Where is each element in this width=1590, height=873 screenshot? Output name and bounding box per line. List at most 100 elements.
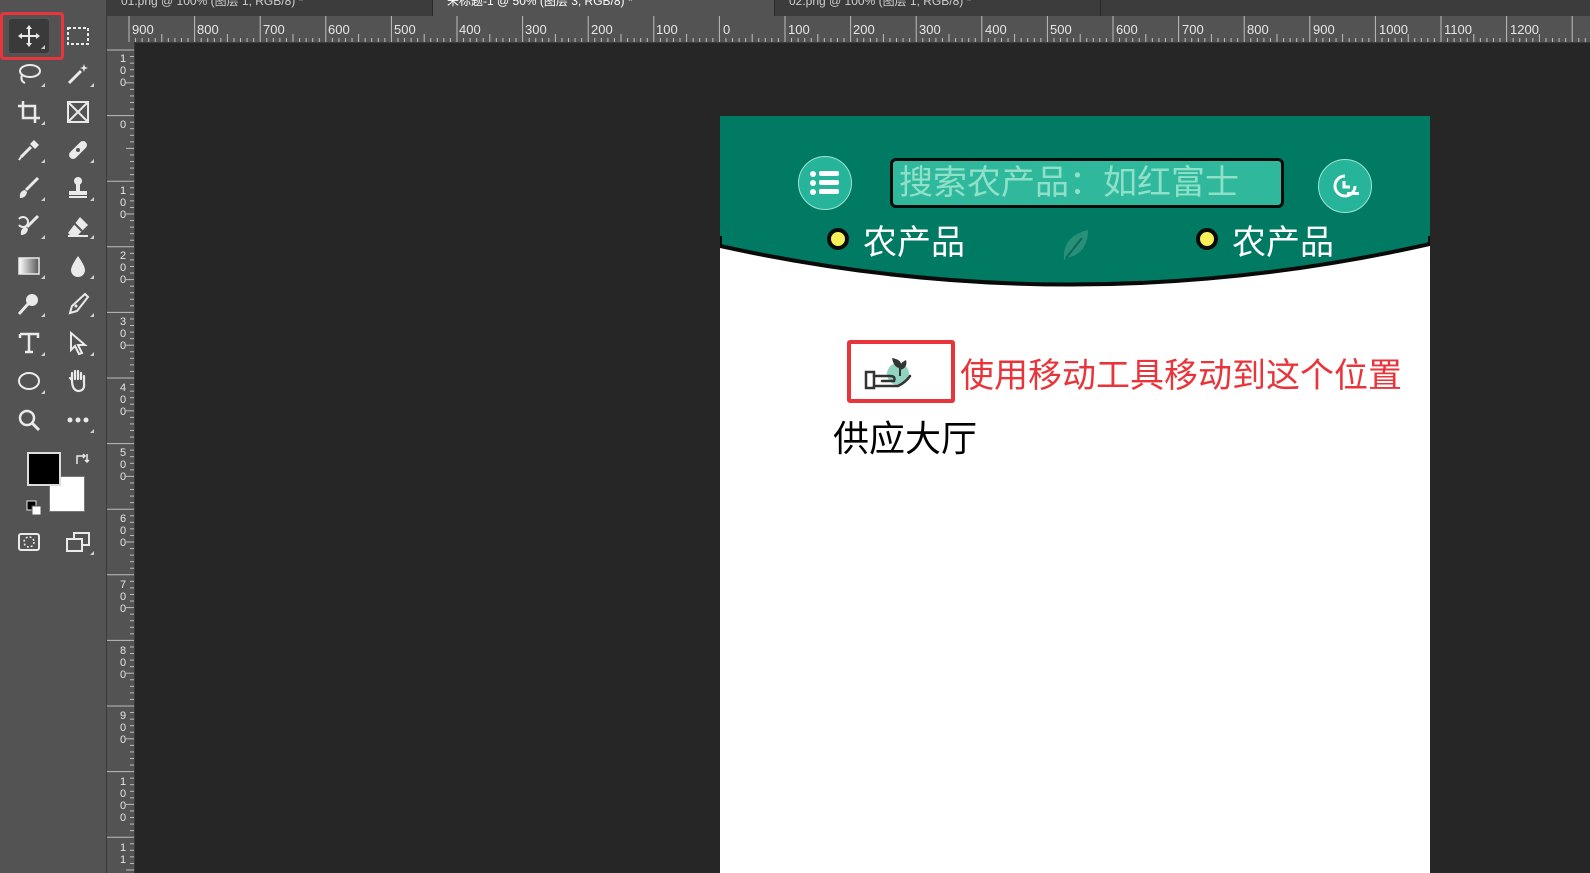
ruler-tick-label: 900 (132, 22, 154, 37)
ruler-tick-label: 900 (1313, 22, 1335, 37)
dodge-tool[interactable] (9, 287, 49, 321)
brush-icon (19, 176, 40, 198)
nav-label: 农产品 (1232, 222, 1334, 263)
frame-icon (67, 101, 89, 123)
eyedropper-tool[interactable] (9, 133, 49, 167)
search-box[interactable] (890, 158, 1284, 208)
ruler-tick-label: 1200 (1510, 22, 1539, 37)
gradient-tool[interactable] (9, 249, 49, 283)
type-icon (18, 332, 40, 354)
more-tools[interactable] (58, 403, 98, 437)
healing-tool[interactable] (58, 133, 98, 167)
ruler-tick-label: 1 1 (119, 842, 127, 866)
ruler-tick-label: 200 (591, 22, 613, 37)
ruler-tick-label: 0 (723, 22, 731, 37)
stamp-tool[interactable] (58, 171, 98, 205)
bandage-icon (69, 141, 87, 159)
header-background (720, 116, 1430, 287)
ruler-tick-label: 400 (459, 22, 481, 37)
eraser-tool[interactable] (58, 209, 98, 243)
ruler-tick-label: 100 (788, 22, 810, 37)
tab-02-png[interactable]: 02.png @ 100% (图层 1, RGB/8) * (775, 0, 1101, 16)
history-brush-tool[interactable] (9, 209, 49, 243)
menu-button[interactable] (798, 156, 852, 210)
gradient-icon (18, 257, 40, 275)
screen-mode-icon (66, 532, 90, 552)
eraser-icon (68, 217, 88, 237)
ruler-tick-label: 1 0 0 (119, 53, 127, 89)
pen-icon (68, 292, 90, 315)
quick-mask-button[interactable] (9, 525, 49, 559)
frame-tool[interactable] (58, 95, 98, 129)
magic-wand-icon (67, 64, 88, 85)
ruler-tick-label: 1 0 0 0 (119, 776, 127, 824)
lasso-icon (19, 64, 41, 84)
nav-bullet-icon (827, 228, 849, 250)
quick-mask-icon (18, 533, 40, 551)
ruler-tick-label: 3 0 0 (119, 316, 127, 352)
search-input[interactable] (893, 161, 1281, 205)
document-tabbar: 01.png @ 100% (图层 1, RGB/8) * 未标题-1 @ 50… (107, 0, 1590, 16)
list-icon (810, 171, 839, 195)
clock-icon (1333, 174, 1359, 198)
ruler-tick-label: 8 0 0 (119, 645, 127, 681)
lasso-tool[interactable] (9, 57, 49, 91)
ruler-tick-label: 700 (263, 22, 285, 37)
ruler-tick-label: 2 0 0 (119, 250, 127, 286)
supply-hall-label: 供应大厅 (833, 419, 978, 460)
crop-icon (18, 101, 40, 123)
ruler-tick-label: 6 0 0 (119, 513, 127, 549)
ruler-tick-label: 7 0 0 (119, 579, 127, 615)
ruler-tick-label: 300 (525, 22, 547, 37)
path-selection-tool[interactable] (58, 326, 98, 360)
tab-untitled-1[interactable]: 未标题-1 @ 50% (图层 3, RGB/8) * (433, 0, 775, 16)
swap-colors-icon[interactable] (74, 451, 90, 467)
zoom-icon (18, 409, 41, 432)
ruler-vertical[interactable]: 1 0 0 0 1 0 0 2 0 0 3 0 0 4 0 0 5 0 0 6 … (107, 42, 135, 873)
ruler-tick-label: 200 (853, 22, 875, 37)
nav-bullet-icon (1196, 228, 1218, 250)
ruler-tick-label: 800 (197, 22, 219, 37)
move-tool-highlight (0, 12, 64, 60)
ruler-horizontal[interactable]: 900 800 700 600 500 400 300 200 100 0 10… (107, 16, 1590, 43)
ruler-tick-label: 100 (656, 22, 678, 37)
ruler-tick-label: 600 (1116, 22, 1138, 37)
history-brush-icon (18, 214, 40, 235)
leaf-icon (1063, 230, 1088, 260)
ellipse-tool[interactable] (9, 364, 49, 398)
screen-mode-button[interactable] (58, 525, 98, 559)
ruler-tick-label: 5 0 0 (119, 447, 127, 483)
default-colors-icon[interactable] (26, 500, 42, 516)
tools-panel (0, 0, 107, 873)
ruler-tick-label: 700 (1182, 22, 1204, 37)
stamp-icon (69, 177, 87, 198)
ruler-tick-label: 600 (328, 22, 350, 37)
nav-item-agri-left[interactable]: 农产品 (827, 216, 965, 263)
nav-item-agri-right[interactable]: 农产品 (1196, 216, 1334, 263)
hand-tool[interactable] (58, 364, 98, 398)
tab-01-png[interactable]: 01.png @ 100% (图层 1, RGB/8) * (107, 0, 433, 16)
magic-wand-tool[interactable] (58, 57, 98, 91)
marquee-tool[interactable] (58, 19, 98, 53)
ruler-tick-label: 500 (394, 22, 416, 37)
document-canvas[interactable]: 农产品 农产品 使用移动工具移动到这个位置 供应大厅 (720, 116, 1430, 873)
history-button[interactable] (1318, 159, 1372, 213)
eyedropper-icon (18, 140, 39, 161)
foreground-color-swatch[interactable] (27, 452, 61, 486)
pen-tool[interactable] (58, 287, 98, 321)
dodge-icon (17, 294, 38, 316)
hand-plant-icon[interactable] (864, 354, 916, 394)
ruler-tick-label: 1 0 0 (119, 185, 127, 221)
ellipse-icon (18, 372, 40, 390)
ruler-tick-label: 1100 (1444, 22, 1472, 37)
crop-tool[interactable] (9, 95, 49, 129)
ruler-tick-label: 9 0 0 (119, 710, 127, 746)
zoom-tool[interactable] (9, 403, 49, 437)
ruler-tick-label: 500 (1050, 22, 1072, 37)
blur-tool[interactable] (58, 249, 98, 283)
brush-tool[interactable] (9, 171, 49, 205)
ellipsis-icon (67, 417, 89, 423)
ruler-tick-label: 1000 (1379, 22, 1408, 37)
type-tool[interactable] (9, 326, 49, 360)
rect-marquee-icon (67, 27, 89, 45)
